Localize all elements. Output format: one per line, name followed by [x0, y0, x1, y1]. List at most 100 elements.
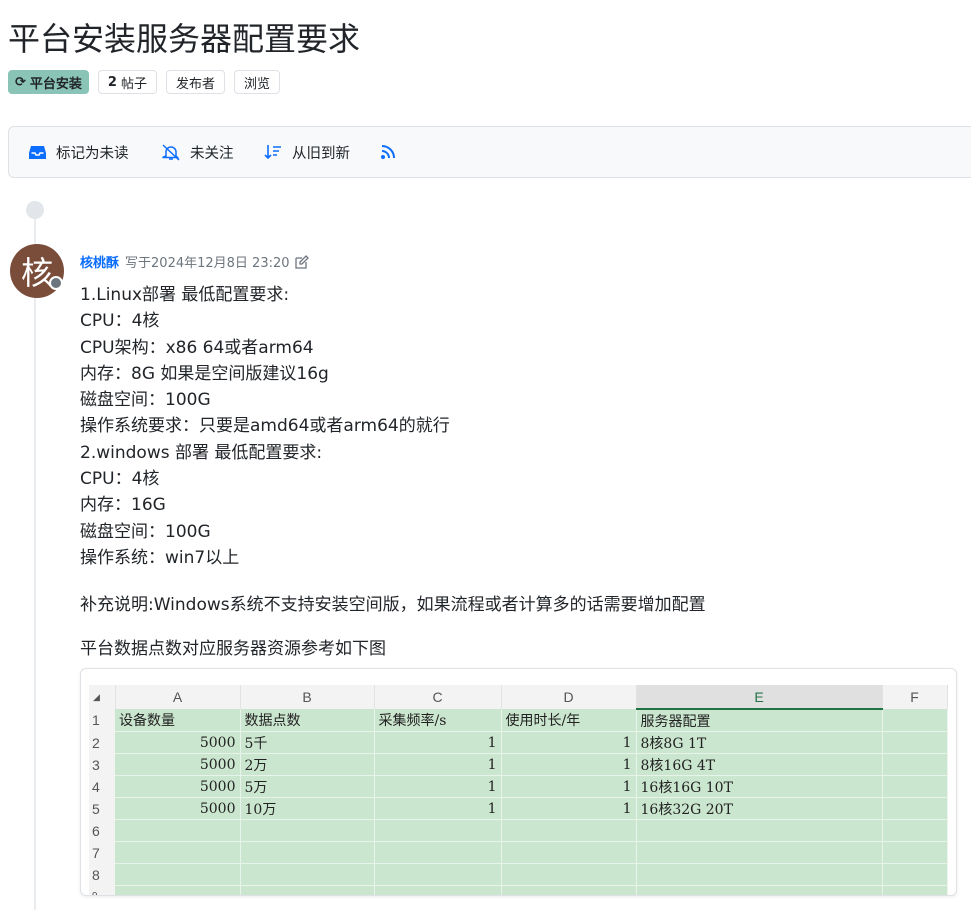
post-line: 2.windows 部署 最低配置要求: — [80, 442, 323, 463]
table-row: 5 5000 10万 1 1 16核32G 20T — [89, 797, 948, 820]
table-cell — [115, 841, 241, 864]
table-row: 4 5000 5万 1 1 16核16G 10T — [89, 775, 948, 798]
post-line: 操作系统要求：只要是amd64或者arm64的就行 — [80, 416, 450, 437]
table-row: 1 设备数量 数据点数 采集频率/s 使用时长/年 服务器配置 — [89, 709, 948, 732]
table-cell: 服务器配置 — [636, 709, 883, 732]
table-cell — [501, 819, 637, 842]
post-line: 1.Linux部署 最低配置要求: — [80, 285, 290, 305]
table-cell — [501, 863, 637, 886]
table-row: 6 — [89, 819, 948, 842]
column-header: B — [240, 685, 375, 709]
table-cell — [115, 863, 241, 886]
post-timestamp[interactable]: 2024年12月8日 23:20 — [151, 252, 290, 271]
table-cell — [882, 753, 948, 776]
table-cell: 5000 — [115, 731, 241, 754]
table-cell: 1 — [501, 731, 637, 754]
bell-slash-icon — [162, 143, 180, 161]
mark-unread-label: 标记为未读 — [56, 145, 129, 162]
image-caption: 平台数据点数对应服务器资源参考如下图 — [80, 639, 386, 659]
table-cell — [882, 841, 948, 864]
posts-label: 帖子 — [120, 76, 147, 92]
column-header-selected: E — [636, 685, 883, 710]
table-cell: 采集频率/s — [374, 709, 502, 732]
mark-unread-button[interactable]: 标记为未读 — [29, 127, 129, 177]
timeline-start-dot — [26, 201, 44, 219]
table-cell: 8核8G 1T — [636, 731, 883, 754]
table-cell — [636, 841, 883, 864]
category-badge[interactable]: ⟳ 平台安装 — [8, 70, 89, 94]
column-header: D — [501, 685, 637, 709]
rss-button[interactable] — [380, 127, 406, 177]
table-cell — [240, 863, 375, 886]
table-cell — [882, 709, 948, 732]
post-line: 磁盘空间：100G — [80, 521, 211, 542]
table-cell: 10万 — [240, 797, 375, 820]
poster-badge[interactable]: 发布者 — [165, 70, 225, 94]
corner-cell: ◢ — [89, 685, 116, 709]
table-cell: 5000 — [115, 753, 241, 776]
row-number: 8 — [89, 863, 115, 886]
table-cell — [636, 885, 883, 895]
written-prefix: 写于 — [125, 256, 152, 271]
post-body: 1.Linux部署 最低配置要求: CPU：4核 CPU架构：x86 64或者a… — [80, 282, 450, 571]
spreadsheet: ◢ A B C D E F 1 设备数量 数据点数 采集频率/s 使用时长/年 … — [89, 685, 948, 895]
table-cell — [115, 819, 241, 842]
table-row: 2 5000 5千 1 1 8核8G 1T — [89, 731, 948, 754]
table-cell — [374, 841, 502, 864]
table-cell — [636, 819, 883, 842]
table-cell — [882, 731, 948, 754]
post-meta: 核桃酥 写于 2024年12月8日 23:20 — [80, 252, 309, 271]
table-cell — [882, 863, 948, 886]
edit-icon[interactable] — [294, 254, 309, 269]
row-number: 2 — [89, 731, 115, 754]
status-indicator — [49, 276, 63, 290]
table-cell — [240, 885, 375, 895]
spreadsheet-image[interactable]: ◢ A B C D E F 1 设备数量 数据点数 采集频率/s 使用时长/年 … — [80, 668, 957, 896]
topic-tags: ⟳ 平台安装 2 帖子 发布者 浏览 — [8, 70, 281, 94]
row-number: 3 — [89, 753, 115, 776]
watch-label: 未关注 — [190, 145, 234, 162]
table-cell — [882, 775, 948, 798]
post-line: 内存：16G — [80, 495, 166, 516]
table-cell: 1 — [374, 775, 502, 798]
table-cell — [882, 797, 948, 820]
watch-button[interactable]: 未关注 — [162, 127, 234, 177]
sort-button[interactable]: 从旧到新 — [264, 127, 350, 177]
table-cell — [115, 885, 241, 895]
post-note: 补充说明:Windows系统不支持安装空间版，如果流程或者计算多的话需要增加配置 — [80, 595, 706, 615]
table-cell — [636, 863, 883, 886]
table-cell — [240, 841, 375, 864]
row-number: 4 — [89, 775, 115, 798]
column-header-row: ◢ A B C D E F — [89, 685, 948, 710]
table-row: 8 — [89, 863, 948, 886]
post-line: CPU架构：x86 64或者arm64 — [80, 337, 314, 358]
table-cell: 1 — [374, 731, 502, 754]
author-link[interactable]: 核桃酥 — [80, 252, 119, 271]
table-cell: 1 — [501, 775, 637, 798]
category-label: 平台安装 — [29, 76, 82, 92]
post-line: 内存：8G 如果是空间版建议16g — [80, 363, 329, 384]
table-cell — [501, 885, 637, 895]
table-cell: 1 — [374, 797, 502, 820]
table-cell: 16核16G 10T — [636, 775, 883, 798]
table-cell: 5万 — [240, 775, 375, 798]
refresh-icon: ⟳ — [15, 74, 26, 90]
spreadsheet-table: ◢ A B C D E F 1 设备数量 数据点数 采集频率/s 使用时长/年 … — [89, 685, 948, 895]
table-cell: 1 — [501, 797, 637, 820]
topic-toolbar: 标记为未读 未关注 从旧到新 — [8, 126, 971, 178]
table-cell — [374, 885, 502, 895]
row-number: 6 — [89, 819, 115, 842]
posts-count-badge: 2 帖子 — [97, 70, 157, 94]
column-header: A — [115, 685, 241, 709]
sort-label: 从旧到新 — [292, 145, 350, 162]
table-cell: 2万 — [240, 753, 375, 776]
column-header: C — [374, 685, 502, 709]
table-cell — [882, 885, 948, 895]
poster-label: 发布者 — [175, 76, 215, 92]
row-number: 7 — [89, 841, 115, 864]
table-cell: 设备数量 — [115, 709, 241, 732]
table-row: 7 — [89, 841, 948, 864]
table-row: 9 — [89, 885, 948, 895]
posts-count: 2 — [107, 74, 117, 90]
post-line: CPU：4核 — [80, 311, 160, 332]
